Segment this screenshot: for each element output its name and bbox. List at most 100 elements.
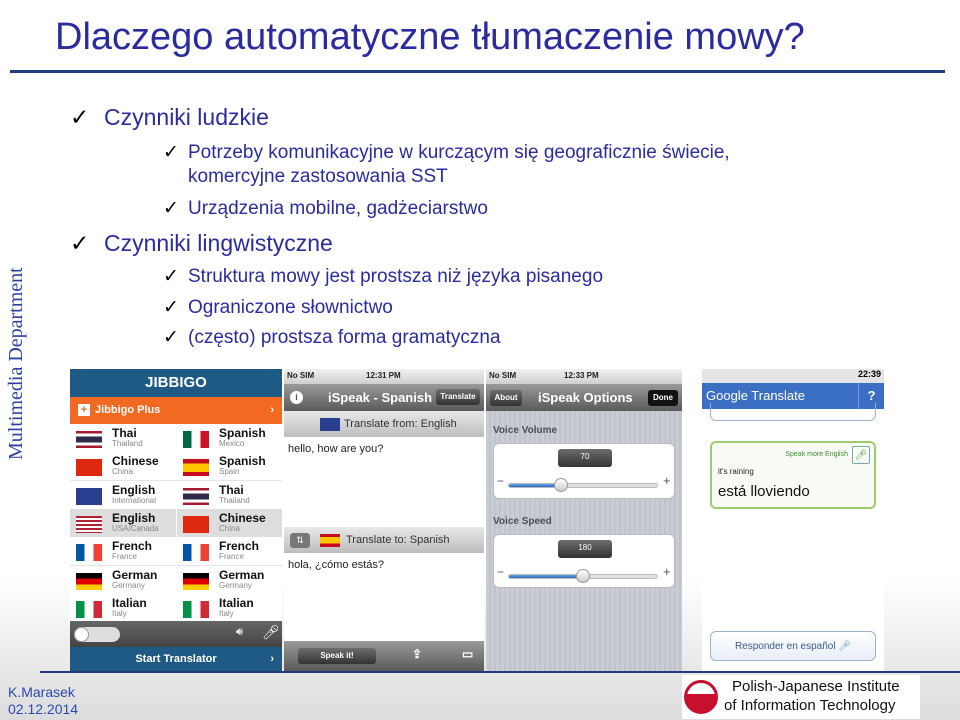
language-item[interactable]: Thai Thailand — [70, 424, 176, 453]
about-button[interactable]: About — [490, 390, 522, 406]
language-item[interactable]: Chinese China — [177, 508, 282, 538]
speak-it-button[interactable]: Speak it! — [298, 648, 376, 664]
th-flag-icon — [183, 487, 209, 505]
language-item[interactable]: Spanish Mexico — [177, 424, 282, 453]
checkmark-icon: ✓ — [163, 198, 179, 219]
info-icon[interactable]: i — [290, 391, 303, 404]
language-item[interactable]: Spanish Spain — [177, 452, 282, 482]
institute-name-line1: Polish-Japanese Institute — [732, 678, 900, 695]
translate-from-bar[interactable]: Translate from: English — [284, 411, 484, 437]
microphone-button[interactable]: 🎤︎ — [852, 446, 870, 464]
country-name: Thailand — [112, 439, 143, 448]
cloud-toggle[interactable] — [74, 627, 120, 642]
source-text[interactable]: hello, how are you? — [288, 443, 383, 455]
minus-icon[interactable]: − — [497, 474, 504, 488]
share-icon[interactable]: ⇪ — [412, 647, 422, 661]
language-item[interactable]: German Germany — [70, 565, 176, 595]
previous-bubble — [710, 403, 876, 421]
country-name: Germany — [112, 580, 145, 590]
ispeak-toolbar: Speak it! ⇪ ▭ — [284, 641, 484, 671]
bullet-text: Czynniki ludzkie — [104, 104, 269, 130]
checkmark-icon: ✓ — [163, 297, 179, 318]
volume-slider[interactable] — [508, 478, 658, 492]
speed-slider[interactable] — [508, 569, 658, 583]
language-item[interactable]: Chinese China — [70, 452, 176, 482]
slide-title: Dlaczego automatyczne tłumaczenie mowy? — [55, 16, 805, 58]
jibbigo-toolbar: 🔊︎ 🎤︎ — [70, 621, 282, 647]
checkmark-icon: ✓ — [70, 230, 90, 256]
bullet-item: komercyjne zastosowania SST — [188, 166, 448, 188]
options-navbar: About iSpeak Options Done — [486, 384, 682, 411]
inbox-icon[interactable]: ▭ — [462, 647, 473, 661]
bullet-text: komercyjne zastosowania SST — [188, 166, 448, 187]
country-name: Germany — [219, 580, 252, 590]
plus-icon[interactable]: + — [663, 564, 671, 579]
de-flag-icon — [183, 572, 209, 590]
language-item[interactable]: French France — [177, 537, 282, 567]
translate-to-bar[interactable]: ⇅ Translate to: Spanish — [284, 527, 484, 553]
cn-flag-icon — [183, 515, 209, 533]
start-translator-button[interactable]: Start Translator › — [70, 647, 282, 671]
title-divider — [10, 70, 945, 73]
respond-in-spanish-button[interactable]: Responder en español 🎤︎ — [710, 631, 876, 661]
status-bar: No SIM 12:31 PM — [284, 369, 484, 384]
translate-button[interactable]: Translate — [436, 389, 480, 405]
volume-value: 70 — [558, 449, 612, 467]
voice-speed-card: 180 − + — [493, 534, 675, 588]
date: 02.12.2014 — [8, 701, 79, 717]
microphone-icon: 🎤︎ — [838, 641, 852, 652]
language-name: English — [112, 482, 156, 497]
mx-flag-icon — [183, 431, 209, 448]
done-button[interactable]: Done — [648, 390, 678, 406]
swap-button[interactable]: ⇅ — [290, 533, 310, 548]
language-name: French — [112, 539, 153, 554]
bullet-item: ✓ Ograniczone słownictwo — [163, 296, 393, 319]
language-name: Thai — [219, 482, 244, 497]
speak-more-english-link[interactable]: Speak more English — [785, 451, 848, 458]
author: K.Marasek — [8, 684, 75, 700]
status-bar: No SIM 12:33 PM — [486, 369, 682, 384]
language-item[interactable]: German Germany — [177, 565, 282, 595]
chevron-right-icon: › — [270, 653, 274, 665]
fr-flag-icon — [76, 544, 102, 562]
language-name: German — [219, 567, 265, 582]
language-item[interactable]: Italian Italy — [177, 593, 282, 623]
speaker-icon[interactable]: 🔊︎ — [236, 626, 243, 639]
bullet-item: ✓ Potrzeby komunikacyjne w kurczącym się … — [163, 141, 730, 164]
country-name: Italy — [112, 608, 127, 618]
voice-volume-label: Voice Volume — [493, 425, 558, 436]
voice-speed-label: Voice Speed — [493, 516, 552, 527]
language-item[interactable]: French France — [70, 537, 176, 567]
country-name: Mexico — [219, 439, 245, 448]
checkmark-icon: ✓ — [163, 266, 179, 287]
language-name: Spanish — [219, 426, 266, 440]
translation-bubble: Speak more English 🎤︎ it's raining está … — [710, 441, 876, 509]
ispeak-options-screenshot: No SIM 12:33 PM About iSpeak Options Done… — [486, 369, 682, 671]
ispeak-navbar: i iSpeak - Spanish Translate — [284, 384, 484, 411]
de-flag-icon — [76, 572, 102, 590]
language-item[interactable]: English International — [70, 480, 176, 510]
plus-icon[interactable]: + — [663, 473, 671, 488]
google-translate-screenshot: 22:39 Google Translate? Speak more Engli… — [702, 369, 884, 671]
jibbigo-plus-button[interactable]: + Jibbigo Plus › — [70, 397, 282, 424]
minus-icon[interactable]: − — [497, 565, 504, 579]
jibbigo-header: JIBBIGO — [70, 369, 282, 397]
bullet-text: Czynniki lingwistyczne — [104, 230, 333, 256]
microphone-icon[interactable]: 🎤︎ — [262, 624, 280, 641]
source-text: it's raining — [718, 467, 754, 476]
bullet-item: ✓ (często) prostsza forma gramatyczna — [163, 326, 501, 349]
side-label: Multimedia Department — [5, 267, 27, 460]
language-name: German — [112, 567, 158, 582]
bullet-text: Struktura mowy jest prostsza niż języka … — [188, 266, 604, 287]
it-flag-icon — [76, 600, 102, 618]
footer-divider — [40, 671, 960, 673]
language-item[interactable]: Italian Italy — [70, 593, 176, 623]
language-item[interactable]: Thai Thailand — [177, 480, 282, 510]
es-flag-icon — [183, 459, 209, 477]
chevron-right-icon: › — [270, 404, 274, 416]
bullet-text: Ograniczone słownictwo — [188, 297, 393, 318]
ispeak-screenshot: No SIM 12:31 PM i iSpeak - Spanish Transl… — [284, 369, 484, 671]
language-item[interactable]: English USA/Canada — [70, 508, 176, 538]
speed-value: 180 — [558, 540, 612, 558]
spain-flag-icon — [320, 534, 340, 547]
